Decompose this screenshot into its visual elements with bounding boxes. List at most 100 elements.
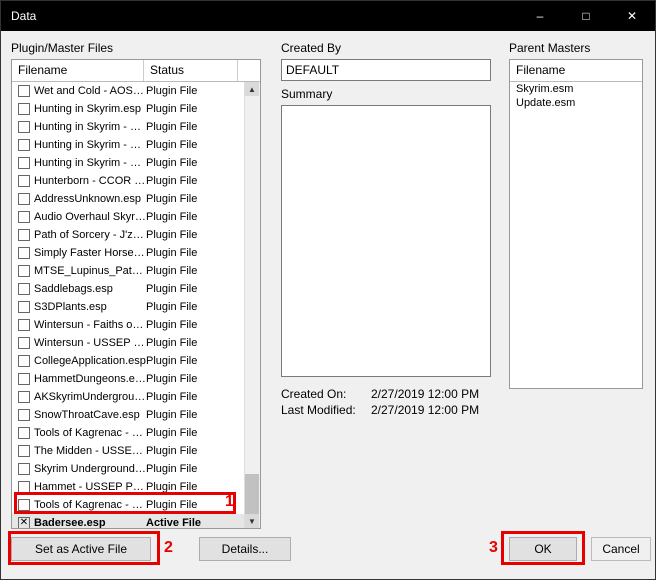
ok-button[interactable]: OK: [509, 537, 577, 561]
plugin-status: Plugin File: [146, 499, 236, 511]
plugin-row[interactable]: Tools of Kagrenac - U...Plugin File: [12, 424, 260, 442]
plugin-row[interactable]: HammetDungeons.espPlugin File: [12, 370, 260, 388]
plugin-filename: AddressUnknown.esp: [34, 193, 146, 205]
plugin-row[interactable]: The Midden - USSEP ...Plugin File: [12, 442, 260, 460]
plugin-row[interactable]: CollegeApplication.espPlugin File: [12, 352, 260, 370]
plugin-status: Plugin File: [146, 409, 236, 421]
plugin-row[interactable]: MTSE_Lupinus_Patch...Plugin File: [12, 262, 260, 280]
plugin-status: Plugin File: [146, 391, 236, 403]
scroll-down-icon[interactable]: ▼: [245, 514, 259, 528]
plugin-row[interactable]: Hunting in Skyrim - CC...Plugin File: [12, 154, 260, 172]
col-filename[interactable]: Filename: [12, 60, 144, 81]
plugin-status: Plugin File: [146, 265, 236, 277]
plugin-status: Plugin File: [146, 445, 236, 457]
plugin-row[interactable]: Hammet - USSEP Pat...Plugin File: [12, 478, 260, 496]
plugin-checkbox[interactable]: [18, 499, 30, 511]
plugin-row[interactable]: Tools of Kagrenac - F...Plugin File: [12, 496, 260, 514]
plugin-checkbox[interactable]: [18, 481, 30, 493]
plugin-filename: Wintersun - Faiths of S...: [34, 319, 146, 331]
plugin-checkbox[interactable]: [18, 301, 30, 313]
plugin-checkbox[interactable]: [18, 337, 30, 349]
plugin-checkbox[interactable]: [18, 103, 30, 115]
plugin-status: Plugin File: [146, 175, 236, 187]
plugin-row[interactable]: Wet and Cold - AOS P...Plugin File: [12, 82, 260, 100]
plugin-status: Plugin File: [146, 85, 236, 97]
set-active-button[interactable]: Set as Active File: [11, 537, 151, 561]
plugin-filename: Badersee.esp: [34, 517, 146, 529]
plugin-checkbox[interactable]: [18, 427, 30, 439]
details-button[interactable]: Details...: [199, 537, 291, 561]
annotation-num-3: 3: [489, 539, 498, 557]
plugin-checkbox[interactable]: [18, 85, 30, 97]
parent-item[interactable]: Skyrim.esm: [510, 82, 642, 96]
parent-col-filename[interactable]: Filename: [510, 60, 642, 82]
plugin-checkbox[interactable]: [18, 355, 30, 367]
plugin-checkbox[interactable]: [18, 373, 30, 385]
plugin-row[interactable]: AKSkyrimUnderground...Plugin File: [12, 388, 260, 406]
plugin-status: Plugin File: [146, 193, 236, 205]
plugin-checkbox[interactable]: [18, 139, 30, 151]
scroll-up-icon[interactable]: ▲: [245, 82, 259, 96]
plugin-row[interactable]: Hunting in Skyrim - CC...Plugin File: [12, 118, 260, 136]
plugin-checkbox[interactable]: [18, 121, 30, 133]
maximize-button[interactable]: □: [563, 1, 609, 31]
summary-textarea[interactable]: [281, 105, 491, 377]
plugin-status: Plugin File: [146, 247, 236, 259]
scroll-thumb[interactable]: [245, 474, 259, 514]
plugin-filename: Audio Overhaul Skyrim...: [34, 211, 146, 223]
plugin-row[interactable]: Badersee.espActive File: [12, 514, 260, 529]
titlebar[interactable]: Data – □ ✕: [1, 1, 655, 31]
plugin-status: Plugin File: [146, 103, 236, 115]
cancel-button[interactable]: Cancel: [591, 537, 651, 561]
plugin-row[interactable]: SnowThroatCave.espPlugin File: [12, 406, 260, 424]
plugin-row[interactable]: Hunterborn - CCOR P...Plugin File: [12, 172, 260, 190]
close-button[interactable]: ✕: [609, 1, 655, 31]
parent-item[interactable]: Update.esm: [510, 96, 642, 110]
plugin-filename: AKSkyrimUnderground...: [34, 391, 146, 403]
plugin-checkbox[interactable]: [18, 445, 30, 457]
plugin-filename: CollegeApplication.esp: [34, 355, 146, 367]
plugin-checkbox[interactable]: [18, 229, 30, 241]
plugin-checkbox[interactable]: [18, 517, 30, 529]
plugin-row[interactable]: Saddlebags.espPlugin File: [12, 280, 260, 298]
plugin-row[interactable]: Simply Faster Horses (...Plugin File: [12, 244, 260, 262]
plugin-status: Plugin File: [146, 373, 236, 385]
minimize-button[interactable]: –: [517, 1, 563, 31]
plugin-filename: Simply Faster Horses (...: [34, 247, 146, 259]
plugin-checkbox[interactable]: [18, 409, 30, 421]
plugin-checkbox[interactable]: [18, 175, 30, 187]
plugin-checkbox[interactable]: [18, 157, 30, 169]
plugin-checkbox[interactable]: [18, 211, 30, 223]
plugin-row[interactable]: Hunting in Skyrim.espPlugin File: [12, 100, 260, 118]
plugin-checkbox[interactable]: [18, 463, 30, 475]
plugin-checkbox[interactable]: [18, 391, 30, 403]
plugin-row[interactable]: AddressUnknown.espPlugin File: [12, 190, 260, 208]
plugin-filename: Saddlebags.esp: [34, 283, 146, 295]
plugin-status: Plugin File: [146, 427, 236, 439]
plugin-checkbox[interactable]: [18, 265, 30, 277]
scrollbar[interactable]: ▲ ▼: [244, 82, 260, 528]
plugin-listview[interactable]: Filename Status Wet and Cold - AOS P...P…: [11, 59, 261, 529]
plugin-status: Plugin File: [146, 211, 236, 223]
plugin-filename: Hunting in Skyrim - US...: [34, 139, 146, 151]
plugin-checkbox[interactable]: [18, 319, 30, 331]
parent-listview[interactable]: Filename Skyrim.esmUpdate.esm: [509, 59, 643, 389]
data-dialog: Data – □ ✕ Plugin/Master Files Filename …: [0, 0, 656, 580]
summary-label: Summary: [281, 87, 491, 101]
plugin-checkbox[interactable]: [18, 247, 30, 259]
plugin-row[interactable]: Path of Sorcery - J'zar...Plugin File: [12, 226, 260, 244]
plugin-status: Plugin File: [146, 355, 236, 367]
created-by-label: Created By: [281, 41, 491, 55]
plugin-row[interactable]: Wintersun - Faiths of S...Plugin File: [12, 316, 260, 334]
plugin-filename: S3DPlants.esp: [34, 301, 146, 313]
plugin-row[interactable]: Skyrim Underground ...Plugin File: [12, 460, 260, 478]
plugin-filename: SnowThroatCave.esp: [34, 409, 146, 421]
plugin-checkbox[interactable]: [18, 283, 30, 295]
plugin-row[interactable]: Audio Overhaul Skyrim...Plugin File: [12, 208, 260, 226]
plugin-row[interactable]: Hunting in Skyrim - US...Plugin File: [12, 136, 260, 154]
plugin-checkbox[interactable]: [18, 193, 30, 205]
created-by-input[interactable]: [281, 59, 491, 81]
plugin-row[interactable]: S3DPlants.espPlugin File: [12, 298, 260, 316]
col-status[interactable]: Status: [144, 60, 238, 81]
plugin-row[interactable]: Wintersun - USSEP P...Plugin File: [12, 334, 260, 352]
